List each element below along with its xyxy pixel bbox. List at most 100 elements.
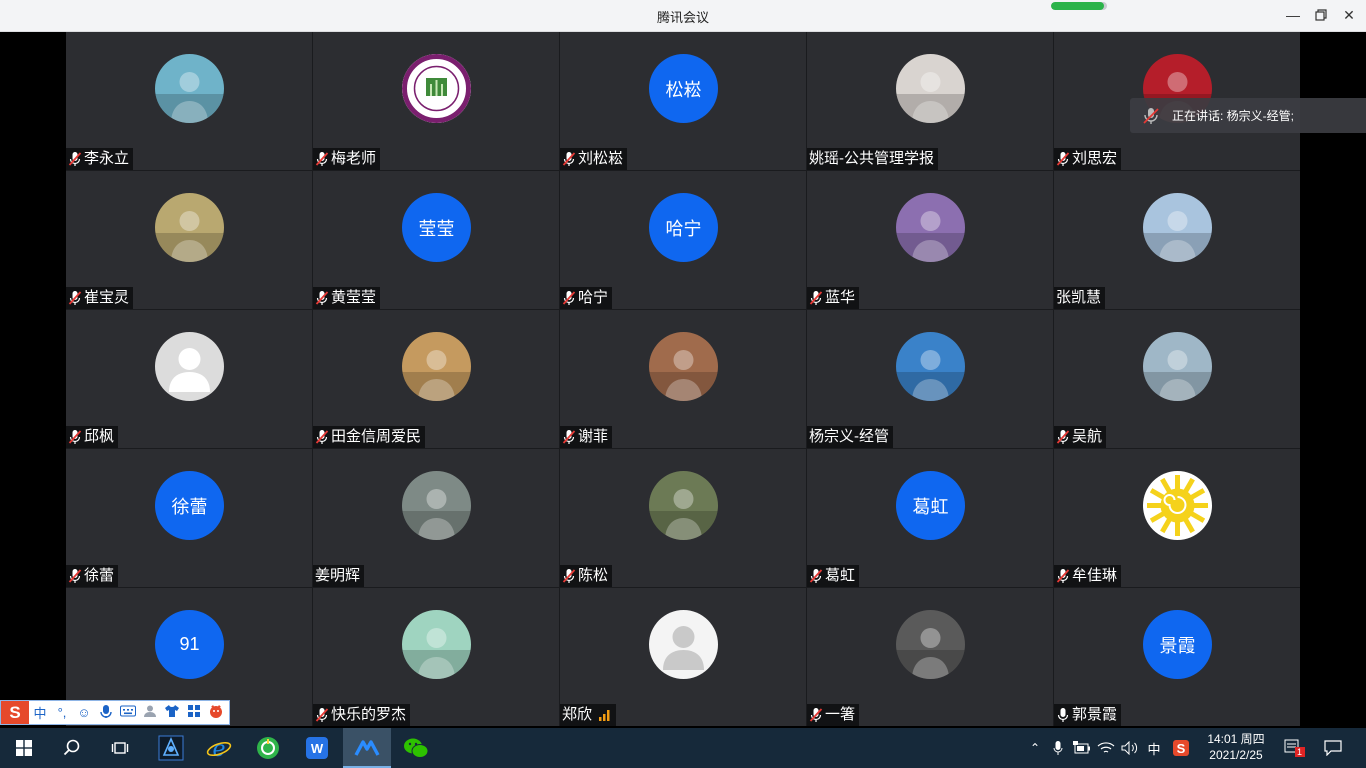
wps-office-icon[interactable]: W (293, 728, 341, 768)
mic-muted-icon (1056, 430, 1070, 444)
sogou-logo-icon[interactable]: S (1, 701, 29, 724)
wechat-icon[interactable] (392, 728, 440, 768)
mic-muted-icon (1143, 107, 1159, 124)
tray-wifi-icon[interactable] (1095, 728, 1117, 768)
participant-tile[interactable]: 邱枫 (66, 310, 312, 448)
participant-tile[interactable]: 徐蕾 徐蕾 (66, 449, 312, 587)
avatar: 哈宁 (649, 193, 718, 262)
participant-tile[interactable]: 姚瑶-公共管理学报 (807, 32, 1053, 170)
windows-start-icon[interactable] (0, 728, 48, 768)
participant-name: 蓝华 (825, 289, 856, 306)
clock-date: 2021/2/25 (1209, 748, 1263, 762)
participant-name: 哈宁 (578, 289, 609, 306)
participant-tile[interactable]: 杨宗义-经管 (807, 310, 1053, 448)
participant-name: 郑欣 (562, 706, 593, 723)
svg-text:e: e (212, 737, 225, 761)
participant-name-bar: 郑欣 (560, 704, 617, 726)
participant-tile[interactable]: 松崧 刘松崧 (560, 32, 806, 170)
close-icon[interactable]: ✕ (1336, 3, 1362, 27)
participant-name: 郭景霞 (1072, 706, 1118, 723)
user-icon[interactable] (139, 704, 161, 721)
participant-name-bar: 姜明辉 (313, 565, 365, 587)
participant-name-bar: 崔宝灵 (66, 287, 134, 309)
ime-mode[interactable]: 中 (29, 703, 51, 722)
participant-name: 谢菲 (578, 428, 609, 445)
mic-muted-icon (809, 569, 823, 583)
participant-tile[interactable]: 崔宝灵 (66, 171, 312, 309)
keyboard-icon[interactable] (117, 705, 139, 720)
system-clock[interactable]: 14:01 周四 2021/2/25 (1200, 731, 1272, 763)
network-quality-bar (1051, 2, 1107, 10)
emoji-icon[interactable]: ☺ (73, 705, 95, 720)
participant-tile[interactable]: 谢菲 (560, 310, 806, 448)
browser-360-icon[interactable] (244, 728, 292, 768)
participant-tile[interactable]: 哈宁 哈宁 (560, 171, 806, 309)
participant-name: 刘思宏 (1072, 150, 1118, 167)
participant-name-bar: 谢菲 (560, 426, 613, 448)
participant-tile[interactable]: 郑欣 (560, 588, 806, 726)
voice-input-icon[interactable] (95, 704, 117, 722)
participant-name: 一箸 (825, 706, 856, 723)
title-bar: 腾讯会议 — ✕ (0, 0, 1366, 32)
participant-name: 徐蕾 (84, 567, 115, 584)
participant-tile[interactable]: 葛虹 葛虹 (807, 449, 1053, 587)
task-view-icon[interactable] (96, 728, 144, 768)
participant-name: 张凯慧 (1056, 289, 1102, 306)
participant-tile[interactable]: 梅老师 (313, 32, 559, 170)
participant-tile[interactable]: 田金信周爱民 (313, 310, 559, 448)
ime-toolbar[interactable]: S 中 °, ☺ (0, 700, 230, 725)
app-vpn-icon[interactable] (147, 728, 195, 768)
tray-sogou-icon[interactable]: S (1169, 728, 1193, 768)
participant-name: 快乐的罗杰 (331, 706, 407, 723)
participant-name-bar: 姚瑶-公共管理学报 (807, 148, 938, 170)
mic-muted-icon (68, 569, 82, 583)
participant-tile[interactable]: 姜明辉 (313, 449, 559, 587)
ime-punct[interactable]: °, (51, 705, 73, 720)
mascot-icon[interactable] (205, 703, 227, 722)
avatar (896, 610, 965, 679)
participant-tile[interactable]: 李永立 (66, 32, 312, 170)
participant-tile[interactable]: 莹莹 黄莹莹 (313, 171, 559, 309)
tray-volume-icon[interactable] (1119, 728, 1141, 768)
participant-name: 崔宝灵 (84, 289, 130, 306)
mic-muted-icon (68, 152, 82, 166)
restore-icon[interactable] (1308, 3, 1334, 27)
participant-tile[interactable]: 快乐的罗杰 (313, 588, 559, 726)
tray-battery-icon[interactable] (1071, 728, 1093, 768)
participant-tile[interactable]: 蓝华 (807, 171, 1053, 309)
participant-name: 杨宗义-经管 (809, 428, 889, 445)
avatar (402, 471, 471, 540)
notification-badge-icon[interactable]: 1 (1280, 728, 1308, 768)
tray-mic-icon[interactable] (1047, 728, 1069, 768)
participant-tile[interactable]: 牟佳琳 (1054, 449, 1300, 587)
participant-name-bar: 陈松 (560, 565, 613, 587)
participant-tile[interactable]: 吴航 (1054, 310, 1300, 448)
avatar: 葛虹 (896, 471, 965, 540)
avatar (402, 610, 471, 679)
participant-tile[interactable]: 景霞郭景霞 (1054, 588, 1300, 726)
participant-name-bar: 快乐的罗杰 (313, 704, 411, 726)
participant-tile[interactable]: 一箸 (807, 588, 1053, 726)
participant-name-bar: 杨宗义-经管 (807, 426, 893, 448)
internet-explorer-icon[interactable]: e (195, 728, 243, 768)
avatar (896, 193, 965, 262)
participant-name-bar: 蓝华 (807, 287, 860, 309)
toolbox-grid-icon[interactable] (183, 704, 205, 721)
mic-muted-icon (562, 569, 576, 583)
avatar (649, 471, 718, 540)
participant-name-bar: 李永立 (66, 148, 134, 170)
audio-level-icon (599, 710, 610, 721)
search-icon[interactable] (48, 728, 96, 768)
participant-name-bar: 吴航 (1054, 426, 1107, 448)
tencent-meeting-icon[interactable] (343, 728, 391, 768)
participant-tile[interactable]: 张凯慧 (1054, 171, 1300, 309)
minimize-icon[interactable]: — (1280, 3, 1306, 27)
participant-tile[interactable]: 陈松 (560, 449, 806, 587)
tray-ime-indicator[interactable]: 中 (1143, 728, 1165, 768)
participant-name: 姚瑶-公共管理学报 (809, 150, 934, 167)
avatar: 景霞 (1143, 610, 1212, 679)
skin-shirt-icon[interactable] (161, 704, 183, 721)
avatar (1143, 193, 1212, 262)
tray-expand-icon[interactable]: ⌃ (1024, 728, 1046, 768)
action-center-icon[interactable] (1318, 728, 1348, 768)
